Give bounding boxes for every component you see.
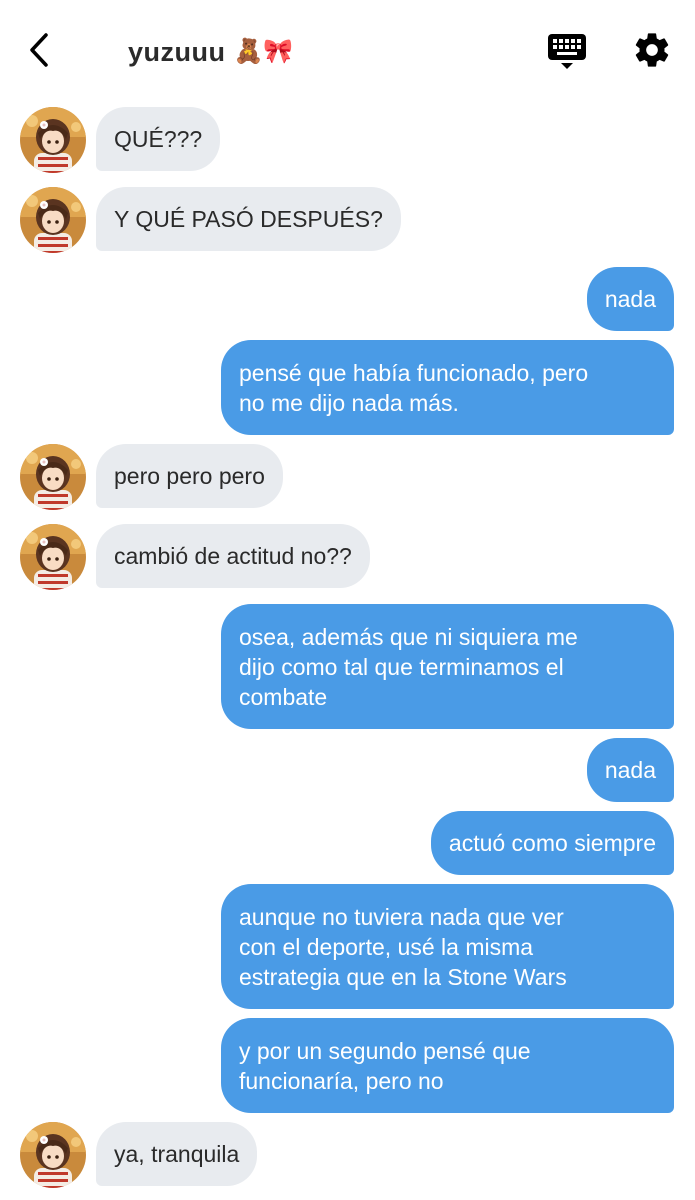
gear-icon — [635, 33, 669, 67]
message-text: nada — [604, 286, 656, 312]
message-text: QUÉ??? — [114, 126, 203, 152]
outgoing-message[interactable]: aunque no tuviera nada que ver con el de… — [221, 884, 674, 1009]
contact-name: yuzuuu — [128, 36, 226, 67]
incoming-message[interactable]: cambió de actitud no?? — [96, 524, 370, 588]
outgoing-message[interactable]: y por un segundo pensé que funcionaría, … — [221, 1018, 674, 1113]
chat-header: yuzuuu 🧸🎀 — [0, 0, 695, 100]
contact-emoji: 🧸🎀 — [233, 38, 294, 65]
message-text: pensé que había funcionado, pero no me d… — [239, 359, 589, 416]
message-text: y por un segundo pensé que funcionaría, … — [239, 1037, 531, 1094]
keyboard-button[interactable] — [546, 32, 588, 72]
incoming-message[interactable]: QUÉ??? — [96, 107, 221, 171]
message-text: nada — [604, 757, 656, 783]
message-text: ya, tranquila — [114, 1141, 240, 1167]
contact-avatar[interactable] — [20, 1122, 86, 1188]
contact-avatar[interactable] — [20, 187, 86, 253]
chevron-left-icon — [30, 33, 48, 67]
outgoing-message[interactable]: pensé que había funcionado, pero no me d… — [221, 340, 674, 435]
incoming-message[interactable]: pero pero pero — [96, 444, 283, 508]
contact-title[interactable]: yuzuuu 🧸🎀 — [128, 36, 293, 68]
outgoing-message[interactable]: nada — [586, 738, 674, 802]
incoming-message[interactable]: Y QUÉ PASÓ DESPUÉS? — [96, 187, 401, 251]
message-text: osea, además que ni siquiera me dijo com… — [239, 623, 578, 710]
contact-avatar[interactable] — [20, 444, 86, 510]
keyboard-icon — [548, 34, 586, 69]
contact-avatar[interactable] — [20, 107, 86, 173]
message-text: cambió de actitud no?? — [114, 543, 352, 569]
outgoing-message[interactable]: actuó como siempre — [430, 811, 674, 875]
settings-button[interactable] — [632, 30, 672, 70]
message-text: Y QUÉ PASÓ DESPUÉS? — [114, 206, 383, 232]
back-button[interactable] — [24, 30, 56, 70]
contact-avatar[interactable] — [20, 524, 86, 590]
message-text: actuó como siempre — [448, 830, 656, 856]
message-text: pero pero pero — [114, 463, 265, 489]
incoming-message[interactable]: ya, tranquila — [96, 1122, 258, 1186]
outgoing-message[interactable]: osea, además que ni siquiera me dijo com… — [221, 604, 674, 729]
message-text: aunque no tuviera nada que ver con el de… — [239, 903, 567, 990]
outgoing-message[interactable]: nada — [586, 267, 674, 331]
